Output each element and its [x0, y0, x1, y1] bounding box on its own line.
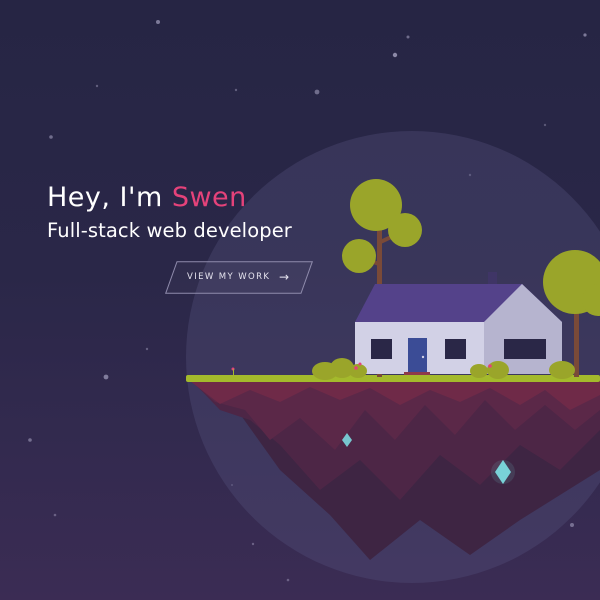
greeting-prefix: Hey, I'm [47, 182, 172, 213]
view-my-work-button[interactable]: VIEW MY WORK → [165, 261, 313, 294]
background-scene [28, 20, 600, 583]
developer-name: Swen [171, 182, 247, 213]
hero-intro: Hey, I'm Swen Full-stack web developer [47, 180, 292, 246]
hero-greeting: Hey, I'm Swen [47, 180, 292, 216]
cta-label: VIEW MY WORK [187, 272, 271, 282]
hero-tagline: Full-stack web developer [47, 219, 292, 242]
arrow-right-icon: → [279, 270, 290, 284]
